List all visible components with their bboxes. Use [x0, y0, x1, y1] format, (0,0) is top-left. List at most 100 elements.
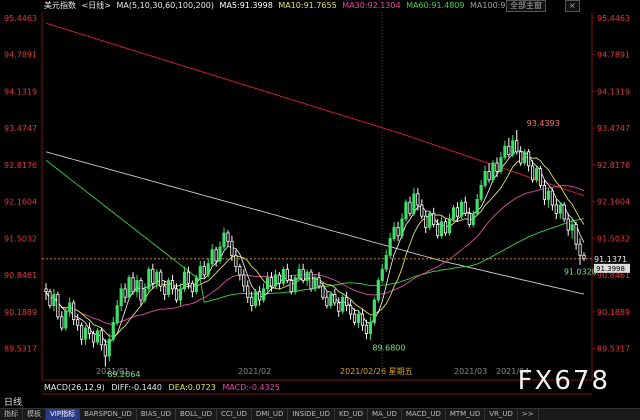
tab-3[interactable]: BARSPDN_UD — [80, 409, 137, 420]
candle-body — [459, 201, 463, 217]
candle-body — [56, 294, 60, 318]
period-tag: <日线> — [81, 1, 111, 10]
candle-body — [119, 288, 123, 307]
candle-body — [281, 268, 285, 284]
candle-body — [265, 277, 270, 290]
candle-body — [182, 271, 187, 290]
candle-body — [309, 271, 313, 290]
candle-body — [388, 238, 392, 256]
candle-body — [432, 212, 436, 225]
candle-body — [566, 218, 570, 231]
candle-body — [155, 271, 159, 284]
ytick-left: 90.1889 — [4, 308, 37, 317]
candle-body — [317, 277, 321, 287]
candle-body — [151, 268, 155, 284]
tab-14[interactable]: >> — [518, 409, 539, 420]
ytick-left: 94.7891 — [4, 51, 37, 60]
close-button[interactable]: × — [565, 0, 580, 12]
ma30-value: MA30:92.1304 — [342, 1, 401, 10]
ma10-line — [45, 156, 585, 337]
candle-body — [503, 145, 507, 158]
tab-0[interactable]: 指标 — [0, 409, 23, 420]
ytick-right: 91.5032 — [597, 234, 630, 243]
tab-1[interactable]: 模板 — [23, 409, 46, 420]
candle-body — [443, 221, 448, 234]
candlestick-chart[interactable]: 95.4463 95.4463 94.7891 94.7891 94.1319 94.13… — [0, 0, 640, 419]
ytick-left: 93.4747 — [4, 124, 37, 133]
candle-body — [202, 266, 206, 276]
candle-body — [542, 184, 547, 200]
candle-body — [447, 218, 452, 234]
xtick-label: 2021/02 — [238, 367, 271, 376]
candle-body — [471, 212, 475, 225]
candle-body — [408, 201, 412, 214]
candle-body — [329, 294, 333, 307]
candle-body — [384, 254, 388, 270]
candle-body — [277, 274, 281, 284]
price-annotation: 89.6800 — [372, 343, 405, 352]
instrument-name: 美元指数 — [44, 1, 76, 10]
tab-11[interactable]: MACD_UD — [402, 409, 446, 420]
candle-body — [174, 288, 179, 301]
candle-body — [289, 280, 293, 293]
ytick-right: 94.7891 — [597, 51, 630, 60]
candle-body — [111, 322, 115, 340]
tab-10[interactable]: MA_UD — [368, 409, 402, 420]
candle-body — [463, 201, 467, 214]
candle-body — [171, 280, 175, 290]
candle-body — [258, 291, 262, 301]
candle-body — [574, 224, 578, 245]
ytick-right: 92.1604 — [597, 198, 630, 207]
candle-body — [83, 327, 88, 340]
candle-body — [376, 280, 380, 301]
candle-body — [582, 254, 586, 260]
tab-4[interactable]: BIAS_UD — [137, 409, 176, 420]
tab-13[interactable]: VR_UD — [485, 409, 518, 420]
tab-12[interactable]: MTM_UD — [446, 409, 486, 420]
candle-body — [80, 324, 84, 340]
candle-body — [519, 151, 523, 164]
candle-body — [523, 151, 527, 164]
candle-body — [404, 201, 408, 220]
candle-body — [214, 249, 218, 262]
ma200-line — [45, 22, 585, 197]
candle-body — [60, 316, 64, 329]
main-window-button[interactable]: 全部主窗 — [506, 0, 546, 12]
tab-6[interactable]: CCI_UD — [217, 409, 252, 420]
candle-body — [238, 266, 242, 276]
ma5-line — [45, 149, 585, 344]
candle-body — [455, 207, 459, 217]
candle-body — [440, 221, 444, 237]
ytick-left: 92.8176 — [4, 161, 37, 170]
candle-body — [554, 204, 558, 214]
candle-body — [91, 333, 96, 343]
candle-body — [95, 330, 100, 343]
tab-5[interactable]: BOLL_UD — [176, 409, 217, 420]
candle-body — [530, 165, 535, 181]
candle-body — [578, 243, 582, 256]
candle-body — [198, 266, 202, 279]
ytick-left: 89.5317 — [4, 345, 37, 354]
indicator-tab-bar: 指标 模板 VIP指标 BARSPDN_UD BIAS_UD BOLL_UD CCI_UD D… — [0, 408, 640, 420]
candle-body — [400, 218, 404, 237]
ytick-left: 92.1604 — [4, 198, 37, 207]
candle-body — [392, 226, 396, 239]
candle-body — [48, 291, 52, 307]
candle-body — [123, 288, 127, 298]
period-label[interactable]: 日线 — [4, 395, 22, 408]
tab-8[interactable]: INSIDE_UD — [288, 409, 335, 420]
current-price-label: 91.1371 — [594, 255, 627, 264]
candle-body — [127, 277, 131, 298]
candle-body — [167, 280, 171, 295]
candle-body — [52, 294, 56, 307]
tab-2[interactable]: VIP指标 — [46, 409, 81, 420]
candle-body — [436, 224, 440, 237]
candle-body — [230, 240, 234, 256]
candle-body — [341, 296, 345, 312]
macd-diff: DIFF:-0.1440 — [111, 383, 162, 392]
candle-body — [87, 327, 92, 335]
candle-body — [487, 171, 491, 181]
candle-body — [99, 330, 103, 346]
tab-9[interactable]: KD_UD — [335, 409, 368, 420]
tab-7[interactable]: DMI_UD — [252, 409, 289, 420]
